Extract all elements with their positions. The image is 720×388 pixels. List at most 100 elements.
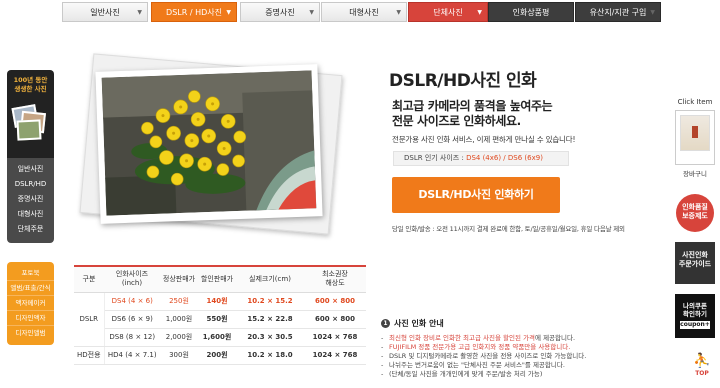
top-navigation: 일반사진 ▼ DSLR / HD사진 ▼ 증명사진 ▼ 대형사진 ▼ 단체사진 … xyxy=(0,0,720,24)
sidebar-item-design-album[interactable]: 디자인앨범 xyxy=(7,326,54,341)
tab-label: 대형사진 xyxy=(349,8,379,17)
sidebar-item-photobook[interactable]: 포토북 xyxy=(7,266,54,281)
table-row: HD전용 HD4 (4 × 7.1) 300원 200원 10.2 × 18.0… xyxy=(74,346,366,365)
tab-label: DSLR / HD사진 xyxy=(166,8,222,17)
top-label: TOP xyxy=(695,370,709,377)
sidebar-item-dslr-hd[interactable]: DSLR/HD xyxy=(7,177,54,192)
cell-resolution: 1024 × 768 xyxy=(304,346,366,365)
chevron-down-icon: ▼ xyxy=(396,9,401,16)
cell-resolution: 600 × 800 xyxy=(304,310,366,329)
photo-print-front xyxy=(95,64,323,224)
page-title: DSLR/HD사진 인화 xyxy=(389,71,537,91)
list-item: 나뉘주는 번거로움이 없는 "단체사진 주문 서비스"를 제공합니다. xyxy=(381,361,671,370)
col-header-regular-price: 정상판매가 xyxy=(160,265,198,293)
print-info-section: 1 사진 인화 안내 최신형 인화 장비로 인화한 최고급 사진을 할인된 가격… xyxy=(381,318,671,379)
info-title: 1 사진 인화 안내 xyxy=(381,318,671,329)
coupon-button[interactable]: 나의쿠폰 확인하기 coupon+ xyxy=(675,294,715,338)
list-item: DSLR 및 디지털카메라로 촬영한 사진을 전용 사이즈로 인화 가능합니다. xyxy=(381,352,671,361)
col-header-resolution: 최소권장 해상도 xyxy=(304,265,366,293)
cell-regular: 250원 xyxy=(160,292,198,311)
sidebar-item-album[interactable]: 앨범/표출/간식 xyxy=(7,281,54,296)
tab-paper-purchase[interactable]: 유산지/지관 구입 ▼ xyxy=(575,2,661,22)
col-header-size: 인화사이즈 (inch) xyxy=(104,265,160,293)
list-item: 최신형 인화 장비로 인화한 최고급 사진을 할인된 가격에 제공합니다. xyxy=(381,334,671,343)
click-item-box[interactable] xyxy=(675,110,715,165)
table-row: DSLR DS4 (4 × 6) 250원 140원 10.2 × 15.2 6… xyxy=(74,292,366,347)
table-header-row: 구분 인화사이즈 (inch) 정상판매가 할인판매가 실제크기(cm) 최소권… xyxy=(74,265,366,293)
cell-real-size: 10.2 × 18.0 xyxy=(236,346,304,365)
product-thumbnail xyxy=(680,115,710,151)
list-item: FUJIFILM 정품 전문가용 고급 인화지와 정품 약품만을 사용합니다. xyxy=(381,343,671,352)
list-item: (단체/동일 사진을 개개인에게 맞게 주문/발송 처리 가능) xyxy=(381,370,671,379)
table-row: DS8 (8 × 12) 2,000원 1,600원 20.3 × 30.5 1… xyxy=(74,328,366,347)
sidebar-item-general[interactable]: 일반사진 xyxy=(7,162,54,177)
cell-regular: 300원 xyxy=(160,346,198,365)
print-dslr-button[interactable]: DSLR/HD사진 인화하기 xyxy=(392,177,560,213)
sidebar-item-large-photo[interactable]: 대형사진 xyxy=(7,207,54,222)
promo-banner[interactable]: 100년 동안 생생한 사진 xyxy=(7,70,54,158)
chevron-down-icon: ▼ xyxy=(650,9,655,16)
tab-label: 단체사진 xyxy=(433,8,463,17)
cell-size: DS6 (6 × 9) xyxy=(104,310,160,329)
tab-id-photo[interactable]: 증명사진 ▼ xyxy=(240,2,320,22)
cell-regular: 1,000원 xyxy=(160,310,198,329)
click-item-title: Click Item xyxy=(677,98,713,106)
hero-photo xyxy=(79,53,360,235)
cell-sale: 200원 xyxy=(198,346,236,365)
tab-label: 유산지/지관 구입 xyxy=(589,8,647,17)
info-title-text: 사진 인화 안내 xyxy=(394,319,444,328)
same-day-notice: 당일 인화/발송 : 오전 11시까지 결제 완료에 한함, 토/일/공휴일/월… xyxy=(392,225,625,233)
climbing-person-icon: ⛹ xyxy=(693,353,711,369)
promo-text: 100년 동안 생생한 사진 xyxy=(13,76,48,93)
group-label: HD전용 xyxy=(74,346,105,365)
info-list: 최신형 인화 장비로 인화한 최고급 사진을 할인된 가격에 제공합니다. FU… xyxy=(381,334,671,379)
chevron-down-icon: ▼ xyxy=(477,9,482,16)
tab-general-photo[interactable]: 일반사진 ▼ xyxy=(62,2,148,22)
order-guide-button[interactable]: 사진인화 주문가이드 xyxy=(675,242,715,284)
scroll-top-button[interactable]: ⛹ TOP xyxy=(690,352,714,380)
right-sidebar: Click Item 장바구니 인화품질 보증제도 사진인화 주문가이드 나의쿠… xyxy=(670,98,720,338)
group-label: DSLR xyxy=(74,292,105,347)
tab-label: 인화상품평 xyxy=(512,8,550,17)
flower-photo-image xyxy=(101,70,317,216)
page-subtitle: 최고급 카메라의 품격을 높여주는 전문 사이즈로 인화하세요. xyxy=(392,99,553,128)
sidebar-item-frame-maker[interactable]: 액자메이커 xyxy=(7,296,54,311)
quality-guarantee-button[interactable]: 인화품질 보증제도 xyxy=(676,194,714,232)
cell-size: DS8 (8 × 12) xyxy=(104,328,160,347)
size-label: DSLR 인기 사이즈 : xyxy=(404,154,467,162)
tab-dslr-hd-photo[interactable]: DSLR / HD사진 ▼ xyxy=(151,2,237,22)
col-header-real-size: 실제크기(cm) xyxy=(236,265,304,293)
cell-real-size: 15.2 × 22.8 xyxy=(236,310,304,329)
tab-label: 일반사진 xyxy=(90,8,120,17)
cell-real-size: 10.2 × 15.2 xyxy=(236,292,304,311)
chevron-down-icon: ▼ xyxy=(137,9,142,16)
cell-resolution: 600 × 800 xyxy=(304,292,366,311)
size-values: DS4 (4x6) / DS6 (6x9) xyxy=(466,154,543,162)
cell-real-size: 20.3 × 30.5 xyxy=(236,328,304,347)
sidebar-item-design-frame[interactable]: 디자인액자 xyxy=(7,311,54,326)
cell-size: DS4 (4 × 6) xyxy=(104,292,160,311)
col-header-category: 구분 xyxy=(74,265,104,293)
tab-large-photo[interactable]: 대형사진 ▼ xyxy=(321,2,407,22)
cell-resolution: 1024 × 768 xyxy=(304,328,366,347)
popular-size-bar: DSLR 인기 사이즈 : DS4 (4x6) / DS6 (6x9) xyxy=(393,151,569,166)
cell-sale: 1,600원 xyxy=(198,328,236,347)
cell-regular: 2,000원 xyxy=(160,328,198,347)
chevron-down-icon: ▼ xyxy=(309,9,314,16)
sidebar-item-group-order[interactable]: 단체주문 xyxy=(7,222,54,237)
tab-product-reviews[interactable]: 인화상품평 xyxy=(488,2,574,22)
left-sidebar: 100년 동안 생생한 사진 일반사진 DSLR/HD 증명사진 대형사진 단체… xyxy=(7,70,54,345)
chevron-down-icon: ▼ xyxy=(226,9,231,16)
tab-label: 증명사진 xyxy=(265,8,295,17)
cell-sale: 550원 xyxy=(198,310,236,329)
cart-label[interactable]: 장바구니 xyxy=(670,168,720,178)
coupon-tag: coupon+ xyxy=(680,321,710,329)
sidebar-menu: 일반사진 DSLR/HD 증명사진 대형사진 단체주문 xyxy=(7,158,54,243)
tab-group-photo[interactable]: 단체사진 ▼ xyxy=(408,2,488,22)
price-table: 구분 인화사이즈 (inch) 정상판매가 할인판매가 실제크기(cm) 최소권… xyxy=(74,265,366,365)
col-header-sale-price: 할인판매가 xyxy=(198,265,236,293)
cell-sale: 140원 xyxy=(198,292,236,311)
cell-size: HD4 (4 × 7.1) xyxy=(104,346,160,365)
number-badge: 1 xyxy=(381,319,390,328)
sidebar-item-id-photo[interactable]: 증명사진 xyxy=(7,192,54,207)
